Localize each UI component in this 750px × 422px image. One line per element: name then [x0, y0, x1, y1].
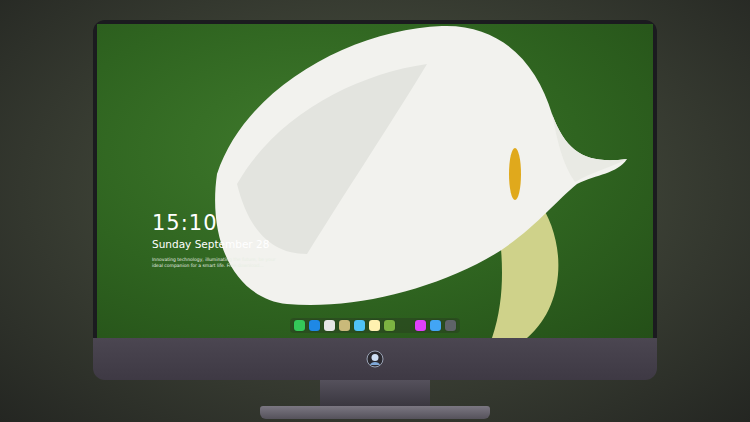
tagline-line: ideal companion for a smart life. Free d… — [152, 263, 276, 269]
app-icon[interactable] — [415, 320, 426, 331]
app-icon[interactable] — [324, 320, 335, 331]
monitor-mockup: 15:10 Sunday September 28 Innovating tec… — [0, 0, 750, 422]
wallpaper-flower-icon — [97, 24, 653, 338]
brand-logo-icon — [366, 350, 384, 368]
app-icon[interactable] — [369, 320, 380, 331]
app-icon[interactable] — [384, 320, 395, 331]
desktop-screen: 15:10 Sunday September 28 Innovating tec… — [97, 24, 653, 338]
clock-time: 15:10 — [152, 212, 276, 235]
monitor-stand — [320, 380, 430, 406]
app-icon[interactable] — [445, 320, 456, 331]
tagline-line: Innovating technology, illuminating the … — [152, 257, 276, 263]
dock — [290, 318, 460, 333]
monitor-chin — [93, 338, 657, 380]
monitor-base — [260, 406, 490, 419]
app-icon[interactable] — [339, 320, 350, 331]
app-icon[interactable] — [430, 320, 441, 331]
app-icon[interactable] — [354, 320, 365, 331]
clock-date: Sunday September 28 — [152, 238, 276, 252]
lock-screen-info: 15:10 Sunday September 28 Innovating tec… — [152, 212, 276, 269]
app-icon[interactable] — [294, 320, 305, 331]
app-icon[interactable] — [309, 320, 320, 331]
monitor-bezel: 15:10 Sunday September 28 Innovating tec… — [93, 20, 657, 338]
tagline: Innovating technology, illuminating the … — [152, 257, 276, 269]
